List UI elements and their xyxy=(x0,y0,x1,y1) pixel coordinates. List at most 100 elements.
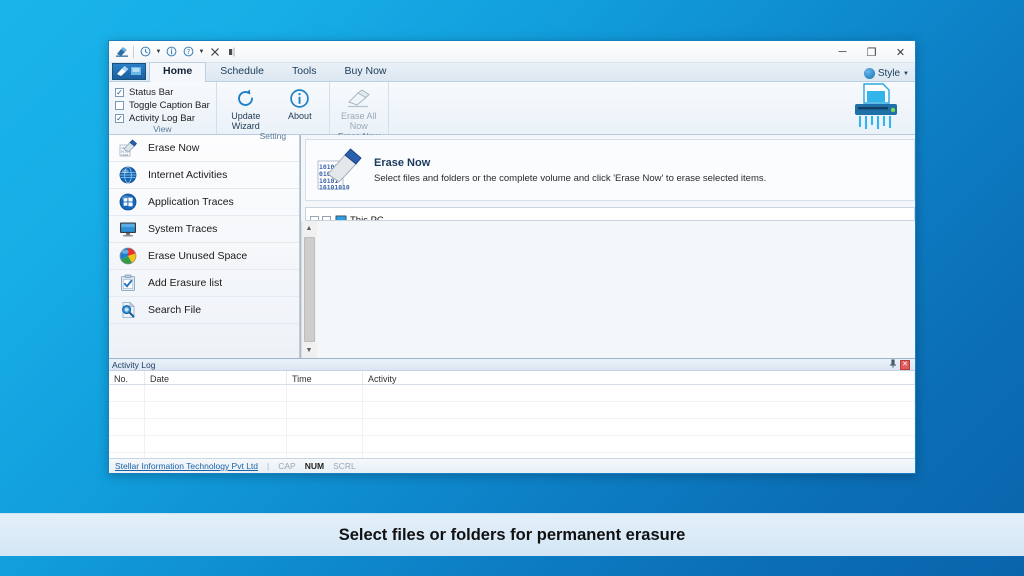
cell-no xyxy=(109,402,145,418)
clipboard-check-icon xyxy=(118,274,137,293)
customize-qat-icon[interactable] xyxy=(224,44,239,59)
ribbon-brand-area xyxy=(849,82,915,134)
chevron-down-icon[interactable]: ▼ xyxy=(155,49,162,55)
checkbox-toggle-caption-bar-label: Toggle Caption Bar xyxy=(129,100,210,111)
table-row[interactable] xyxy=(109,436,915,453)
sidebar-item-application-traces[interactable]: Application Traces xyxy=(109,189,299,216)
pin-icon[interactable] xyxy=(889,359,897,370)
status-scrl-indicator: SCRL xyxy=(333,461,356,471)
minimize-button[interactable]: ─ xyxy=(828,41,857,63)
activity-log-header-buttons: ✕ xyxy=(889,359,912,370)
cell-time xyxy=(287,385,363,401)
help-icon[interactable]: ? xyxy=(181,44,196,59)
sidebar-item-erase-unused-space-label: Erase Unused Space xyxy=(148,250,248,262)
view-checkbox-column: ✓ Status Bar Toggle Caption Bar ✓ Activi… xyxy=(115,84,210,124)
tab-schedule[interactable]: Schedule xyxy=(206,62,278,81)
column-header-date[interactable]: Date xyxy=(145,371,287,384)
qat-divider xyxy=(133,45,134,58)
cell-activity xyxy=(363,419,915,435)
sidebar-item-erase-unused-space[interactable]: Erase Unused Space xyxy=(109,243,299,270)
sidebar-item-system-traces-label: System Traces xyxy=(148,223,218,235)
close-button[interactable]: ✕ xyxy=(886,41,915,63)
cell-activity xyxy=(363,436,915,452)
status-cap-indicator: CAP xyxy=(278,461,296,471)
tab-home[interactable]: Home xyxy=(149,62,207,82)
window-controls: ─ ❐ ✕ xyxy=(828,41,915,63)
scroll-up-icon[interactable]: ▲ xyxy=(301,221,317,236)
sidebar-filler xyxy=(109,324,299,358)
cell-date xyxy=(145,402,287,418)
cell-no xyxy=(109,436,145,452)
tree-node-this-pc[interactable]: - This PC xyxy=(310,214,910,221)
info-circle-icon xyxy=(289,86,310,110)
monitor-icon xyxy=(118,220,137,239)
tree-node-this-pc-label: This PC xyxy=(350,214,384,221)
checkbox-this-pc[interactable] xyxy=(322,215,331,220)
checkbox-status-bar[interactable]: ✓ Status Bar xyxy=(115,87,210,98)
application-window: ▼ ? ▼ ─ ❐ ✕ Home Schedule Tools Buy Now … xyxy=(108,40,916,474)
sidebar-item-add-erasure-list[interactable]: Add Erasure list xyxy=(109,270,299,297)
windows-logo-icon xyxy=(118,193,137,212)
column-header-activity[interactable]: Activity xyxy=(363,371,915,384)
binary-eraser-icon: 10101 01011 10101 10101010 xyxy=(316,147,362,193)
status-num-indicator: NUM xyxy=(304,461,325,471)
erase-all-now-button[interactable]: Erase All Now xyxy=(336,84,382,131)
volume-tree-view[interactable]: - This PC + xyxy=(305,207,915,221)
tab-tools[interactable]: Tools xyxy=(278,62,331,81)
column-header-no[interactable]: No. xyxy=(109,371,145,384)
cell-date xyxy=(145,436,287,452)
svg-text:1010: 1010 xyxy=(121,153,128,157)
svg-text:10101010: 10101010 xyxy=(319,184,350,192)
globe-icon xyxy=(118,166,137,185)
sidebar-item-system-traces[interactable]: System Traces xyxy=(109,216,299,243)
caption-bar: Select files or folders for permanent er… xyxy=(0,513,1024,556)
content-pane: 10101 01011 10101 10101010 Erase Now Sel… xyxy=(300,135,915,358)
main-content-row: 101001101010 Erase Now xyxy=(109,135,915,358)
info-icon[interactable] xyxy=(164,44,179,59)
sidebar-item-erase-now-label: Erase Now xyxy=(148,142,200,154)
scrollbar-thumb[interactable] xyxy=(303,237,315,342)
table-row[interactable] xyxy=(109,402,915,419)
status-separator: | xyxy=(267,461,270,471)
panel-description: Select files and folders or the complete… xyxy=(374,172,767,184)
view-group-body: ✓ Status Bar Toggle Caption Bar ✓ Activi… xyxy=(115,84,210,124)
column-header-time[interactable]: Time xyxy=(287,371,363,384)
chevron-down-icon-style[interactable]: ▼ xyxy=(903,71,909,77)
style-button-label: Style xyxy=(877,68,901,79)
company-link[interactable]: Stellar Information Technology Pvt Ltd xyxy=(115,461,258,471)
about-label: About xyxy=(288,111,312,121)
eraser-icon-large xyxy=(347,86,371,110)
cell-activity xyxy=(363,385,915,401)
checkbox-toggle-caption-bar[interactable]: Toggle Caption Bar xyxy=(115,100,210,111)
close-x-icon[interactable] xyxy=(207,44,222,59)
checkbox-activity-log-bar[interactable]: ✓ Activity Log Bar xyxy=(115,113,210,124)
table-row[interactable] xyxy=(109,419,915,436)
sidebar-item-internet-activities[interactable]: Internet Activities xyxy=(109,162,299,189)
erase-now-group-body: Erase All Now xyxy=(336,84,382,131)
tab-buy-now[interactable]: Buy Now xyxy=(331,62,401,81)
activity-log-title: Activity Log xyxy=(112,359,156,370)
eraser-icon[interactable] xyxy=(114,44,129,59)
table-row[interactable] xyxy=(109,385,915,402)
panel-header: 10101 01011 10101 10101010 Erase Now Sel… xyxy=(305,139,915,201)
about-button[interactable]: About xyxy=(277,84,323,121)
app-logo-icon xyxy=(112,63,146,80)
title-bar: ▼ ? ▼ ─ ❐ ✕ xyxy=(109,41,915,63)
caption-bar-text: Select files or folders for permanent er… xyxy=(338,525,686,544)
sidebar-item-search-file[interactable]: Search File xyxy=(109,297,299,324)
restore-button[interactable]: ❐ xyxy=(857,41,886,63)
update-wizard-button[interactable]: Update Wizard xyxy=(223,84,269,131)
chevron-down-icon-2[interactable]: ▼ xyxy=(198,49,205,55)
cell-time xyxy=(287,402,363,418)
ribbon-group-view-label: View xyxy=(153,124,172,134)
scrollbar-track[interactable] xyxy=(302,236,317,343)
activity-log-close-icon[interactable]: ✕ xyxy=(900,359,910,370)
cell-time xyxy=(287,436,363,452)
erase-all-now-label: Erase All Now xyxy=(341,111,377,131)
sidebar-navigation: 101001101010 Erase Now xyxy=(109,135,300,358)
checkbox-activity-log-bar-label: Activity Log Bar xyxy=(129,113,195,124)
style-button[interactable]: Style ▼ xyxy=(863,68,909,79)
content-vertical-scrollbar[interactable]: ▲ ▼ xyxy=(301,221,317,358)
history-icon[interactable] xyxy=(138,44,153,59)
scroll-down-icon[interactable]: ▼ xyxy=(301,343,317,358)
